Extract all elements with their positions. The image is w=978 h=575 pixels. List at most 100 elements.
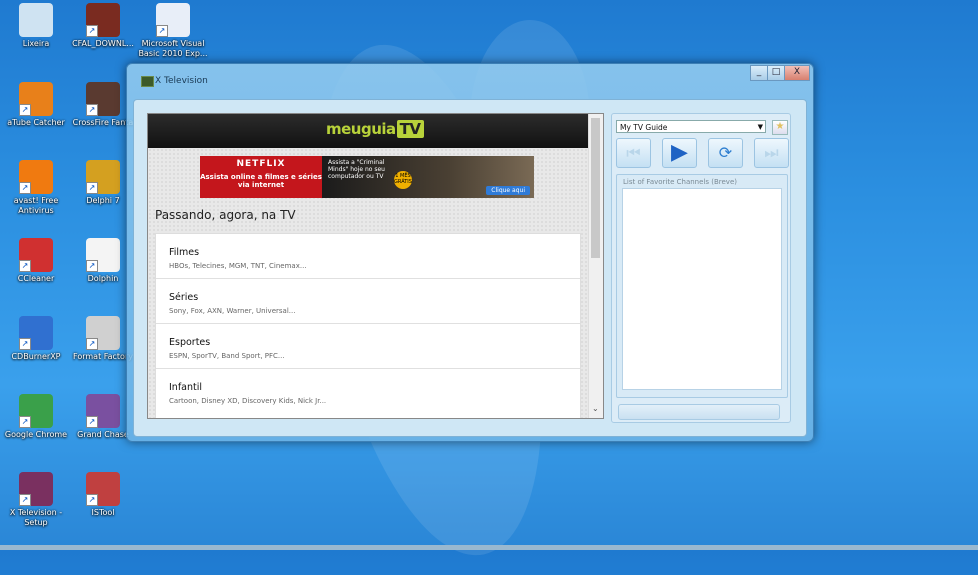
category-title: Infantil: [169, 382, 203, 393]
recycle-bin-icon: [19, 3, 53, 37]
close-button[interactable]: X: [784, 65, 810, 81]
play-icon: ▶: [671, 140, 688, 165]
title-bar[interactable]: X Television _ □ X: [127, 64, 813, 87]
desktop-icon[interactable]: ↗ CCleaner: [0, 238, 72, 284]
shortcut-arrow-icon: ↗: [86, 104, 98, 116]
list-item[interactable]: Séries Sony, Fox, AXN, Warner, Universal…: [156, 279, 580, 324]
netflix-ad-left: NETFLIX Assista online a filmes e séries…: [200, 156, 322, 198]
desktop-icon-label: CCleaner: [17, 274, 55, 283]
desktop-icon[interactable]: ↗ aTube Catcher: [0, 82, 72, 128]
shortcut-arrow-icon: ↗: [19, 182, 31, 194]
guide-select-value: My TV Guide: [620, 123, 668, 132]
desktop-icon-label: CFAL_DOWNL...: [72, 39, 134, 48]
category-subtitle: ESPN, SporTV, Band Sport, PFC...: [169, 352, 285, 360]
status-bar: [618, 404, 780, 420]
desktop-icon[interactable]: ↗ ISTool: [67, 472, 139, 518]
scroll-down-icon[interactable]: ⌄: [592, 404, 599, 413]
netflix-ad-right: Assista a "Criminal Minds" hoje no seu c…: [322, 156, 534, 198]
desktop-icon[interactable]: ↗ CDBurnerXP: [0, 316, 72, 362]
previous-button[interactable]: ⏮: [616, 138, 651, 168]
skip-back-icon: ⏮: [626, 143, 641, 162]
desktop-icon[interactable]: ↗ avast! Free Antivirus: [0, 160, 72, 216]
page-body: NETFLIX Assista online a filmes e séries…: [148, 148, 588, 418]
desktop-icon-label: Microsoft Visual Basic 2010 Exp...: [138, 39, 208, 58]
atube-catcher-icon: ↗: [19, 82, 53, 116]
shortcut-arrow-icon: ↗: [156, 25, 168, 37]
maximize-button[interactable]: □: [767, 65, 785, 81]
desktop-icon[interactable]: Lixeira: [0, 3, 72, 49]
desktop-icon-label: ISTool: [91, 508, 115, 517]
desktop-icon-label: Lixeira: [22, 39, 50, 48]
window-title: X Television: [155, 76, 208, 86]
favorites-group: List of Favorite Channels (Breve): [616, 174, 788, 398]
shortcut-arrow-icon: ↗: [86, 182, 98, 194]
desktop-icon[interactable]: ↗ CFAL_DOWNL...: [67, 3, 139, 49]
crossfire-icon: ↗: [86, 82, 120, 116]
promo-text: Assista a "Criminal Minds" hoje no seu c…: [328, 159, 385, 180]
next-button[interactable]: ⏭: [754, 138, 789, 168]
category-title: Esportes: [169, 337, 211, 348]
desktop-icon-label: CDBurnerXP: [11, 352, 61, 361]
category-title: Filmes: [169, 247, 200, 258]
page-heading: Passando, agora, na TV: [155, 208, 296, 222]
avast-icon: ↗: [19, 160, 53, 194]
visual-basic-icon: ↗: [156, 3, 190, 37]
skip-forward-icon: ⏭: [764, 143, 779, 162]
ccleaner-icon: ↗: [19, 238, 53, 272]
refresh-icon: ⟳: [718, 143, 733, 162]
list-item[interactable]: Filmes HBOs, Telecines, MGM, TNT, Cinema…: [156, 234, 580, 279]
taskbar-edge: [0, 545, 978, 550]
shortcut-arrow-icon: ↗: [86, 416, 98, 428]
desktop-icon[interactable]: ↗ Google Chrome: [0, 394, 72, 440]
cdburnerxp-icon: ↗: [19, 316, 53, 350]
crossfire-icon: ↗: [86, 3, 120, 37]
shortcut-arrow-icon: ↗: [86, 338, 98, 350]
play-button[interactable]: ▶: [662, 138, 697, 168]
chrome-icon: ↗: [19, 394, 53, 428]
x-television-window[interactable]: X Television _ □ X meuguia TV NETFLIX Ass…: [126, 63, 814, 442]
format-factory-icon: ↗: [86, 316, 120, 350]
desktop-icon-label: avast! Free Antivirus: [13, 196, 59, 215]
shortcut-arrow-icon: ↗: [19, 494, 31, 506]
shortcut-arrow-icon: ↗: [86, 260, 98, 272]
shortcut-arrow-icon: ↗: [19, 338, 31, 350]
favorites-label: List of Favorite Channels (Breve): [623, 178, 737, 186]
shortcut-arrow-icon: ↗: [86, 494, 98, 506]
favorite-star-icon[interactable]: ★: [772, 120, 788, 135]
chevron-down-icon: ▼: [757, 123, 763, 131]
category-subtitle: HBOs, Telecines, MGM, TNT, Cinemax...: [169, 262, 307, 270]
istool-icon: ↗: [86, 472, 120, 506]
refresh-button[interactable]: ⟳: [708, 138, 743, 168]
dolphin-icon: ↗: [86, 238, 120, 272]
guide-select[interactable]: My TV Guide ▼: [616, 120, 766, 133]
favorites-list[interactable]: [622, 188, 782, 390]
logo-tv-text: TV: [396, 120, 424, 138]
minimize-button[interactable]: _: [750, 65, 768, 81]
list-item[interactable]: Esportes ESPN, SporTV, Band Sport, PFC..…: [156, 324, 580, 369]
desktop-icon[interactable]: ↗ X Television - Setup: [0, 472, 72, 528]
meuguia-logo[interactable]: meuguia TV: [326, 120, 424, 138]
window-client: meuguia TV NETFLIX Assista online a filme…: [133, 99, 807, 437]
site-header: meuguia TV: [148, 114, 603, 148]
logo-main-text: meuguia: [326, 120, 396, 138]
desktop-icon-label: X Television - Setup: [9, 508, 63, 527]
shortcut-arrow-icon: ↗: [19, 104, 31, 116]
desktop-icon-label: aTube Catcher: [7, 118, 65, 127]
category-subtitle: Cartoon, Disney XD, Discovery Kids, Nick…: [169, 397, 327, 405]
browser-scrollbar[interactable]: ⌄: [588, 114, 603, 418]
desktop-icon[interactable]: ↗ Microsoft Visual Basic 2010 Exp...: [137, 3, 209, 59]
list-item[interactable]: Infantil Cartoon, Disney XD, Discovery K…: [156, 369, 580, 413]
free-month-badge: 1 MÊS GRÁTIS: [394, 171, 412, 189]
ad-cta-button[interactable]: Clique aqui: [486, 186, 530, 195]
tv-app-icon: [141, 76, 154, 87]
winrar-icon: ↗: [19, 472, 53, 506]
shortcut-arrow-icon: ↗: [19, 416, 31, 428]
category-subtitle: Sony, Fox, AXN, Warner, Universal...: [169, 307, 296, 315]
netflix-brand: NETFLIX: [236, 159, 286, 169]
shortcut-arrow-icon: ↗: [19, 260, 31, 272]
tv-guide-browser[interactable]: meuguia TV NETFLIX Assista online a filme…: [147, 113, 604, 419]
grand-chase-icon: ↗: [86, 394, 120, 428]
category-title: Séries: [169, 292, 199, 303]
scrollbar-thumb[interactable]: [591, 118, 600, 258]
netflix-ad-banner[interactable]: NETFLIX Assista online a filmes e séries…: [200, 156, 534, 198]
